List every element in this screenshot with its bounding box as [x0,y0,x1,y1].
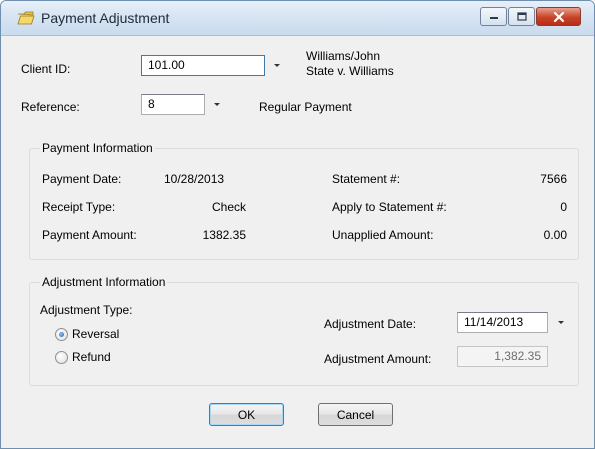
client-name: Williams/John [306,49,381,63]
close-button[interactable] [536,7,581,26]
title-bar: Payment Adjustment [1,1,594,36]
apply-statement-value: 0 [560,200,567,214]
client-case: State v. Williams [306,64,394,78]
adjustment-date-dropdown[interactable] [554,312,568,333]
chevron-down-icon [274,64,280,67]
statement-label: Statement #: [332,172,401,186]
payment-amount-label: Payment Amount: [42,228,137,242]
receipt-type-label: Receipt Type: [42,200,116,214]
payment-date-value: 10/28/2013 [164,172,225,186]
maximize-button[interactable] [508,7,535,26]
client-id-input[interactable]: 101.00 [141,55,265,76]
client-id-dropdown[interactable] [270,55,284,76]
statement-value: 7566 [540,172,567,186]
reference-description: Regular Payment [259,100,352,114]
ok-button[interactable]: OK [209,403,284,426]
dialog-content: Client ID: 101.00 Williams/John State v.… [9,36,586,444]
adjustment-information-title: Adjustment Information [40,275,168,289]
cancel-button[interactable]: Cancel [318,403,393,426]
window-title: Payment Adjustment [41,10,170,26]
adjustment-date-label: Adjustment Date: [324,317,417,331]
adjustment-date-input[interactable]: 11/14/2013 [457,312,548,333]
chevron-down-icon [558,321,564,324]
refund-radio[interactable] [55,351,68,364]
minimize-button[interactable] [480,7,507,26]
maximize-icon [516,12,527,21]
reference-label: Reference: [21,100,80,114]
adjustment-type-label: Adjustment Type: [40,303,133,317]
reversal-radio[interactable] [55,328,68,341]
client-id-label: Client ID: [21,62,71,76]
unapplied-amount-label: Unapplied Amount: [332,228,434,242]
refund-label[interactable]: Refund [72,350,111,364]
unapplied-amount-value: 0.00 [543,228,567,242]
payment-information-title: Payment Information [40,141,155,155]
folder-icon [17,11,35,25]
chevron-down-icon [214,103,220,106]
close-icon [553,11,564,22]
payment-amount-value: 1382.35 [202,228,246,242]
payment-adjustment-window: Payment Adjustment Client ID: 101.00 Wil… [0,0,595,449]
payment-date-label: Payment Date: [42,172,122,186]
minimize-icon [489,16,498,19]
reference-input[interactable]: 8 [141,94,205,115]
reversal-label[interactable]: Reversal [72,327,119,341]
apply-statement-label: Apply to Statement #: [332,200,447,214]
reference-dropdown[interactable] [210,94,224,115]
adjustment-amount-label: Adjustment Amount: [324,352,432,366]
adjustment-amount-input: 1,382.35 [457,346,548,367]
receipt-type-value: Check [211,200,246,214]
